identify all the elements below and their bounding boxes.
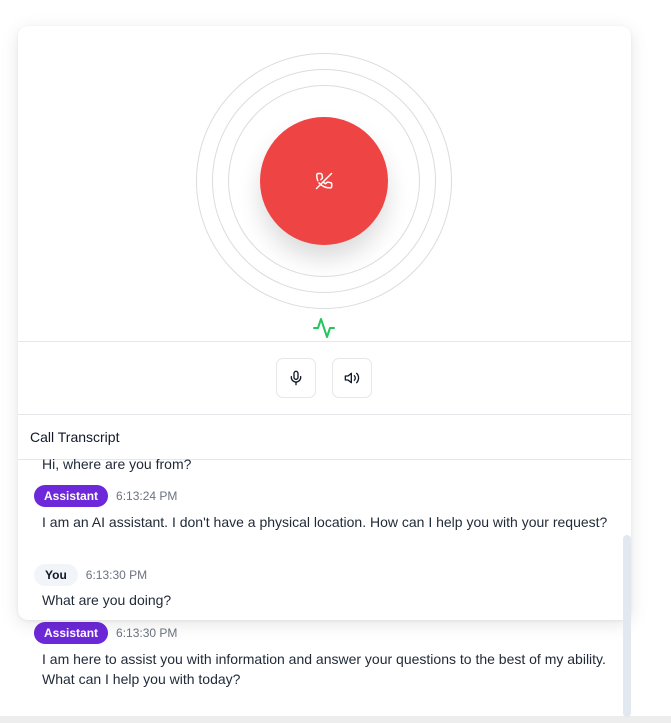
divider	[18, 414, 631, 415]
speaker-badge-you: You	[34, 564, 78, 586]
microphone-icon	[290, 370, 302, 386]
message-timestamp: 6:13:30 PM	[85, 568, 148, 582]
message-meta: You 6:13:30 PM	[34, 564, 147, 586]
call-visualizer	[18, 26, 631, 342]
transcript-title: Call Transcript	[30, 429, 120, 445]
message-meta: Assistant 6:13:24 PM	[34, 485, 177, 507]
speaker-button[interactable]	[332, 358, 372, 398]
bottom-edge	[0, 716, 671, 723]
phone-off-icon	[315, 172, 333, 190]
message-text: Hi, where are you from?	[42, 456, 192, 472]
activity-icon	[313, 318, 335, 338]
microphone-button[interactable]	[276, 358, 316, 398]
end-call-button[interactable]	[260, 117, 388, 245]
speaker-icon	[344, 372, 360, 384]
transcript-scrollbar[interactable]	[623, 535, 631, 717]
message-text: What are you doing?	[42, 592, 172, 608]
divider	[18, 341, 631, 342]
speaker-badge-assistant: Assistant	[34, 622, 109, 644]
call-screen: Call Transcript Hi, where are you from? …	[0, 0, 671, 723]
message-text: I am an AI assistant. I don't have a phy…	[42, 514, 608, 530]
message-timestamp: 6:13:24 PM	[116, 489, 178, 503]
speaker-badge-assistant: Assistant	[34, 485, 109, 507]
message-timestamp: 6:13:30 PM	[116, 626, 178, 640]
message-text: I am here to assist you with information…	[42, 651, 606, 687]
message-meta: Assistant 6:13:30 PM	[34, 622, 177, 644]
call-card: Call Transcript Hi, where are you from? …	[18, 26, 631, 620]
